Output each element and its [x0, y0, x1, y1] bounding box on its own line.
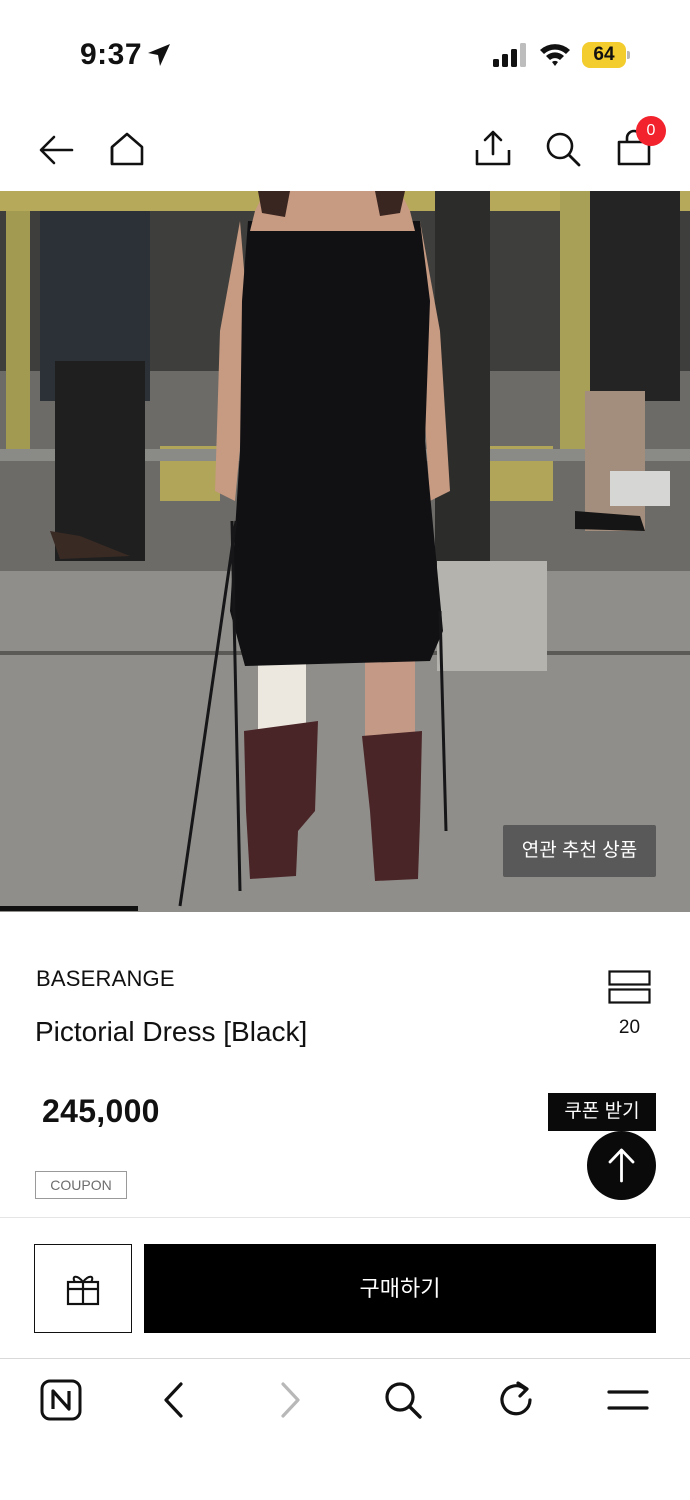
arrow-up-icon	[608, 1148, 635, 1183]
browser-search-icon[interactable]	[381, 1378, 425, 1422]
reload-icon[interactable]	[494, 1378, 538, 1422]
get-coupon-button[interactable]: 쿠폰 받기	[548, 1093, 656, 1131]
browser-back-icon[interactable]	[153, 1378, 197, 1422]
coupon-badge: COUPON	[35, 1171, 127, 1199]
status-time: 9:37	[80, 38, 143, 71]
search-icon[interactable]	[543, 129, 583, 169]
product-image[interactable]	[0, 191, 690, 912]
naver-n-icon[interactable]	[39, 1378, 83, 1422]
image-carousel-progress	[0, 906, 138, 911]
location-arrow-icon	[148, 44, 170, 66]
cart-count-badge: 0	[636, 116, 666, 146]
gift-icon	[66, 1275, 100, 1306]
cellular-signal-icon	[493, 43, 526, 67]
divider	[0, 1217, 690, 1218]
browser-forward-icon[interactable]	[267, 1378, 311, 1422]
brand-name[interactable]: BASERANGE	[36, 966, 175, 992]
menu-icon[interactable]	[606, 1378, 650, 1422]
wifi-icon	[540, 44, 570, 66]
gift-button[interactable]	[34, 1244, 132, 1333]
scroll-to-top-button[interactable]	[587, 1131, 656, 1200]
battery-level: 64	[593, 44, 615, 65]
status-bar: 9:37 64	[0, 0, 690, 100]
product-title: Pictorial Dress [Black]	[35, 1016, 308, 1047]
wishlist-count: 20	[618, 1017, 641, 1038]
share-icon[interactable]	[473, 128, 513, 168]
back-arrow-icon[interactable]	[36, 130, 76, 170]
product-price: 245,000	[42, 1093, 160, 1129]
wishlist-icon[interactable]	[608, 970, 651, 1004]
related-products-button[interactable]: 연관 추천 상품	[503, 825, 656, 877]
buy-button[interactable]: 구매하기	[144, 1244, 656, 1333]
home-icon[interactable]	[107, 129, 147, 169]
top-nav-bar	[0, 110, 690, 190]
battery-icon: 64	[582, 42, 630, 68]
browser-toolbar	[0, 1358, 690, 1500]
product-photo	[0, 191, 690, 912]
